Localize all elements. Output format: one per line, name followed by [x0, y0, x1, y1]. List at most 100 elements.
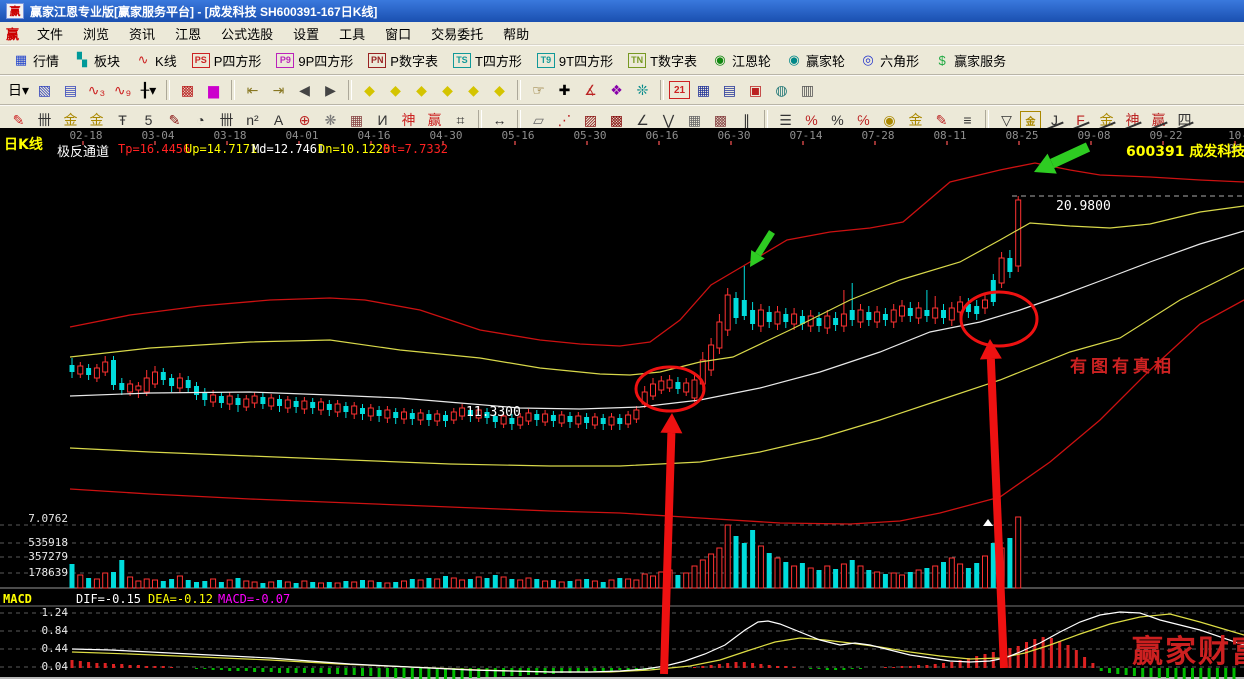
slogan-text: 有图有真相 [1070, 352, 1175, 377]
diamond-cross-button[interactable]: ◆ [461, 78, 486, 102]
diamond-left-button[interactable]: ◆ [357, 78, 382, 102]
diamond-contract-button[interactable]: ◆ [435, 78, 460, 102]
menu-item-文件[interactable]: 文件 [27, 25, 73, 44]
winner-wheel-button[interactable]: ◉赢家轮 [779, 48, 852, 73]
angle-tool-icon[interactable]: ∡ [578, 78, 603, 102]
pattern-zoom-icon[interactable]: ▧ [32, 78, 57, 102]
first-page-button[interactable]: ⇤ [240, 78, 265, 102]
save-button[interactable]: ▣ [743, 78, 768, 102]
chart-area[interactable]: 02-1803-0403-1804-0104-1604-3005-1605-30… [0, 128, 1244, 679]
macd-scale-label: 1.24 [0, 606, 68, 619]
winner-wheel-button-label: 赢家轮 [806, 51, 845, 70]
info-document-icon[interactable]: ▤ [58, 78, 83, 102]
window-title: 赢家江恩专业版[赢家服务平台] - [成发科技 SH600391-167日K线] [30, 3, 377, 20]
date-tick-label: 08-11 [933, 129, 966, 142]
winner-service-button-icon: $ [934, 52, 950, 68]
gann-wheel-button-icon: ◉ [712, 52, 728, 68]
indicator-md-value: Md=12.7461 [252, 142, 324, 156]
date-tick-label: 07-28 [861, 129, 894, 142]
t-table-button[interactable]: TNT数字表 [621, 48, 704, 73]
menu-item-资讯[interactable]: 资讯 [119, 25, 165, 44]
winner-service-button[interactable]: $赢家服务 [927, 48, 1013, 73]
gann-tool-icon[interactable]: ❖ [604, 78, 629, 102]
toolbar-separator [231, 80, 235, 100]
indicator-up-value: Up=14.7171 [185, 142, 257, 156]
prev-arrow-button[interactable]: ◀ [292, 78, 317, 102]
hexagon-button[interactable]: ◎六角形 [853, 48, 926, 73]
stock-code-name: 600391 成发科技 [1126, 141, 1244, 161]
price-scale-low: 7.0762 [0, 512, 68, 525]
indicator-bt-value: Bt=7.7332 [383, 142, 448, 156]
analysis-tool-icon[interactable]: ❊ [630, 78, 655, 102]
volume-scale-label: 357279 [0, 550, 68, 563]
diamond-expand-button[interactable]: ◆ [409, 78, 434, 102]
macd-pane-label: MACD [3, 592, 32, 606]
quotes-button[interactable]: ▦行情 [6, 48, 66, 73]
hand-tool-icon[interactable]: ☞ [526, 78, 551, 102]
hexagon-button-icon: ◎ [860, 52, 876, 68]
menu-logo-icon: 赢 [6, 24, 19, 43]
gold-box-tool[interactable]: 金 [1020, 111, 1041, 129]
sectors-button[interactable]: ▚板块 [67, 48, 127, 73]
single-candle-dropdown[interactable]: ╂▾ [136, 78, 161, 102]
date-tick-label: 07-14 [789, 129, 822, 142]
web-export-button[interactable]: ◍ [769, 78, 794, 102]
kline-period-dropdown[interactable]: 日▾ [6, 78, 31, 102]
notepad-button[interactable]: ▤ [717, 78, 742, 102]
last-page-button[interactable]: ⇥ [266, 78, 291, 102]
quotes-button-label: 行情 [33, 51, 59, 70]
date-tick-label: 05-30 [573, 129, 606, 142]
print-button[interactable]: ▥ [795, 78, 820, 102]
gann-wheel-button[interactable]: ◉江恩轮 [705, 48, 778, 73]
date-tick-label: 04-01 [285, 129, 318, 142]
p9-square-button[interactable]: P99P四方形 [269, 48, 360, 73]
menu-bar: 赢 文件浏览资讯江恩公式选股设置工具窗口交易委托帮助 [0, 22, 1244, 45]
next-arrow-button[interactable]: ▶ [318, 78, 343, 102]
gann-wheel-button-label: 江恩轮 [732, 51, 771, 70]
toolbar-separator [764, 110, 768, 130]
diamond-updown-button[interactable]: ◆ [487, 78, 512, 102]
volume-scale-label: 535918 [0, 536, 68, 549]
p-square-button-label: P四方形 [214, 51, 262, 70]
menu-item-公式选股[interactable]: 公式选股 [211, 25, 283, 44]
p-table-button[interactable]: PNP数字表 [361, 48, 445, 73]
color-histogram-icon[interactable]: ▆ [201, 78, 226, 102]
t-table-button-label: T数字表 [650, 51, 697, 70]
t9-square-button[interactable]: T99T四方形 [530, 48, 620, 73]
indicator-name: 极反通道 [57, 141, 109, 160]
diamond-right-button[interactable]: ◆ [383, 78, 408, 102]
hexagon-button-label: 六角形 [880, 51, 919, 70]
calculator-button[interactable]: ▦ [691, 78, 716, 102]
menu-item-窗口[interactable]: 窗口 [375, 25, 421, 44]
menu-item-工具[interactable]: 工具 [329, 25, 375, 44]
kline-button[interactable]: ∿K线 [128, 48, 184, 73]
menu-item-设置[interactable]: 设置 [283, 25, 329, 44]
t-square-button-icon: TS [453, 53, 471, 68]
flag-tool-icon[interactable]: ▩ [175, 78, 200, 102]
macd-scale-label: 0.44 [0, 642, 68, 655]
menu-item-浏览[interactable]: 浏览 [73, 25, 119, 44]
toolbar-separator [166, 80, 170, 100]
p9-square-button-icon: P9 [276, 53, 294, 68]
title-bar: 赢 赢家江恩专业版[赢家服务平台] - [成发科技 SH600391-167日K… [0, 0, 1244, 22]
kline-button-label: K线 [155, 51, 177, 70]
winner-service-button-label: 赢家服务 [954, 51, 1006, 70]
menu-items: 文件浏览资讯江恩公式选股设置工具窗口交易委托帮助 [27, 24, 539, 43]
date-tick-label: 09-08 [1077, 129, 1110, 142]
calendar-button[interactable]: 21 [669, 81, 690, 99]
menu-item-帮助[interactable]: 帮助 [493, 25, 539, 44]
t9-square-button-label: 9T四方形 [559, 51, 613, 70]
chart-9-icon[interactable]: ∿₉ [110, 78, 135, 102]
toolbar-separator [660, 80, 664, 100]
sectors-button-icon: ▚ [74, 52, 90, 68]
date-tick-label: 03-18 [213, 129, 246, 142]
crosshair-tool-icon[interactable]: ✚ [552, 78, 577, 102]
menu-item-江恩[interactable]: 江恩 [165, 25, 211, 44]
app-logo-icon: 赢 [6, 3, 24, 19]
menu-item-交易委托[interactable]: 交易委托 [421, 25, 493, 44]
t-square-button[interactable]: TST四方形 [446, 48, 529, 73]
p-square-button[interactable]: PSP四方形 [185, 48, 269, 73]
date-tick-label: 04-30 [429, 129, 462, 142]
toolbar-icons: 日▾▧▤∿₃∿₉╂▾▩▆⇤⇥◀▶◆◆◆◆◆◆☞✚∡❖❊21▦▤▣◍▥ [0, 75, 1244, 105]
chart-3-icon[interactable]: ∿₃ [84, 78, 109, 102]
